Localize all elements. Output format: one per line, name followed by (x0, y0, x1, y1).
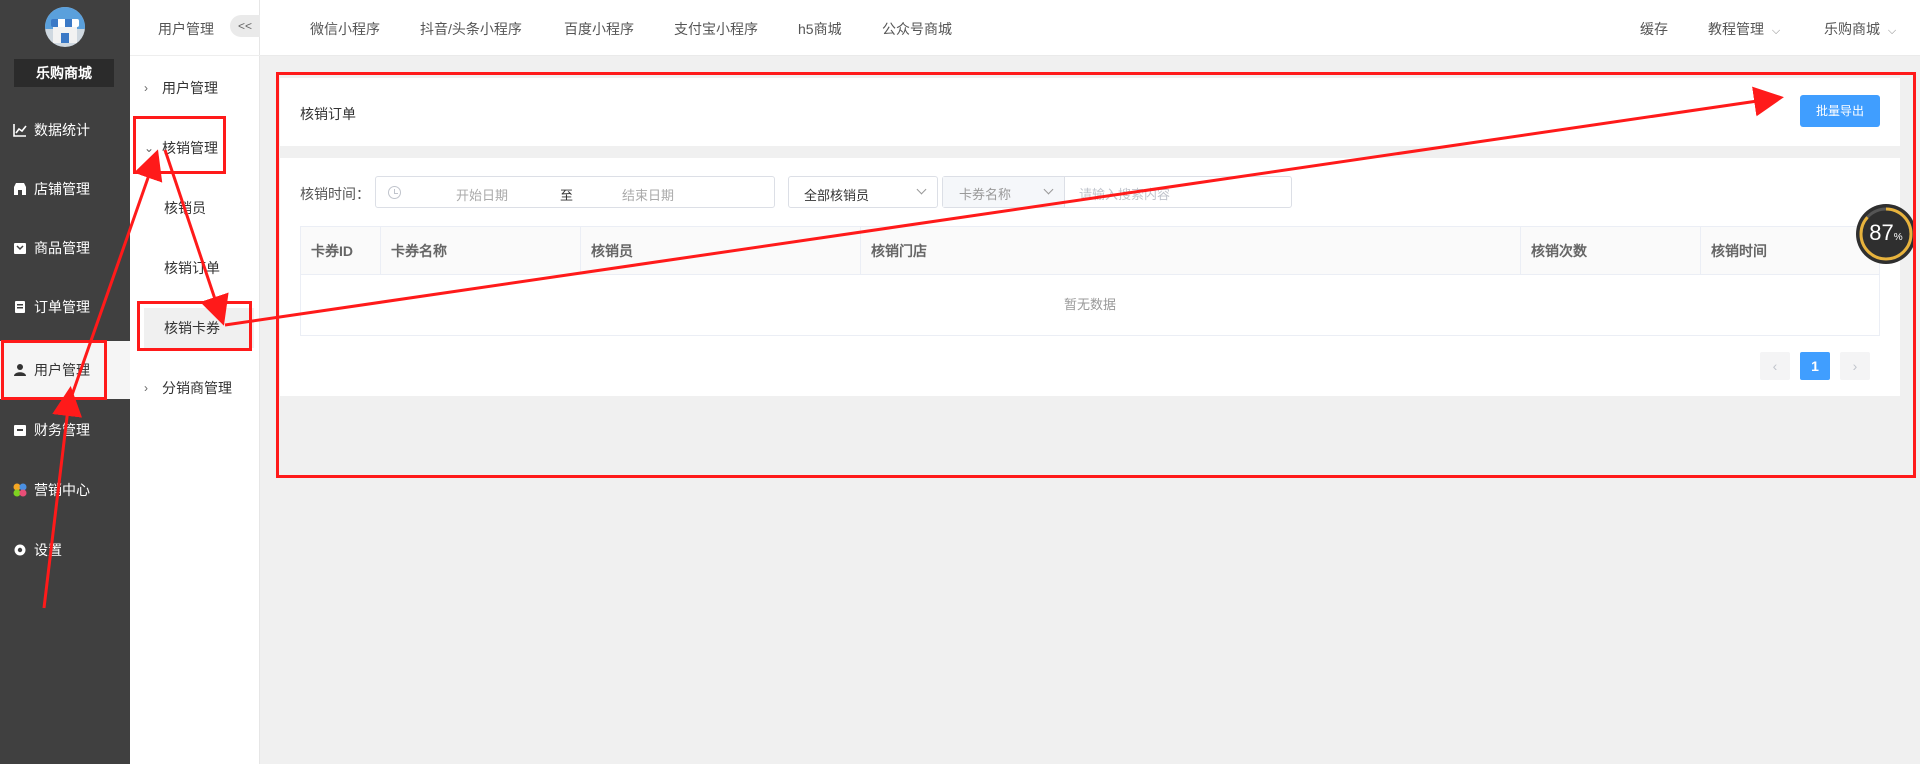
arrow-to-export (224, 86, 1784, 327)
annotation-arrows (42, 86, 1784, 609)
arrow-to-users (42, 386, 83, 609)
arrow-to-verification (70, 149, 163, 396)
arrow-to-coupons (163, 149, 229, 326)
